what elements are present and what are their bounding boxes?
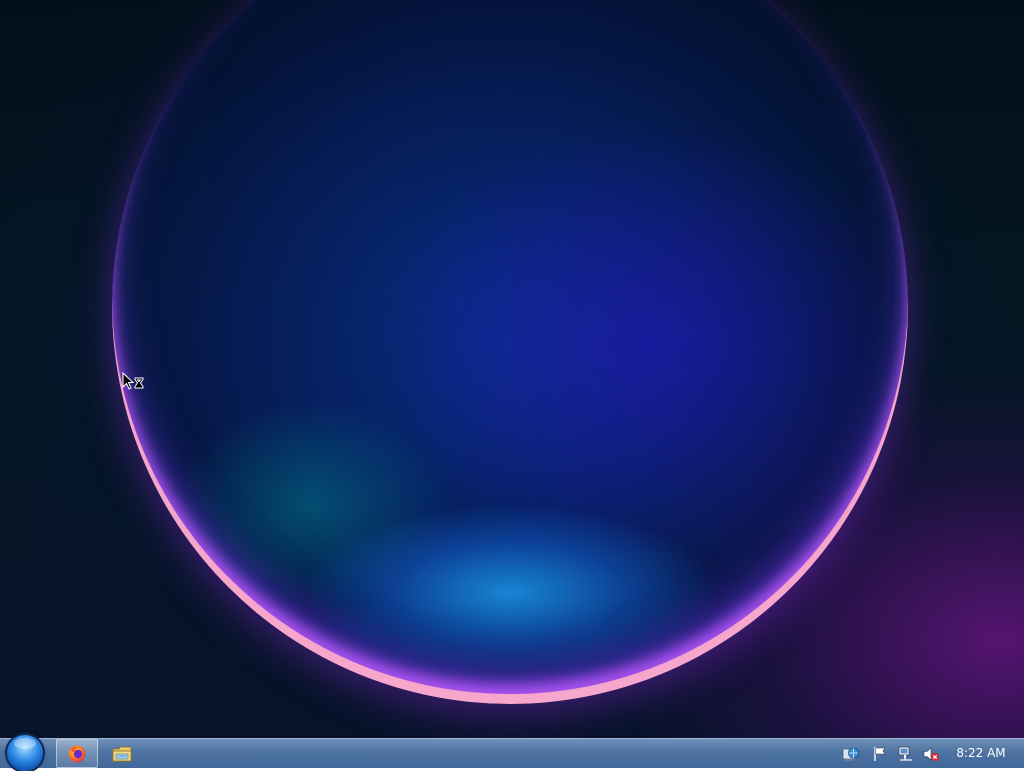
tray-network-globe[interactable] — [841, 739, 861, 768]
taskbar: 8:22 AM — [0, 735, 1024, 771]
file-explorer-icon — [112, 746, 132, 761]
tray-volume[interactable] — [920, 739, 942, 768]
taskbar-firefox-button[interactable] — [56, 739, 98, 768]
network-globe-icon — [842, 747, 859, 761]
start-button[interactable] — [7, 735, 43, 771]
tray-network[interactable] — [896, 739, 916, 768]
taskbar-clock[interactable]: 8:22 AM — [950, 739, 1012, 768]
taskbar-file-explorer-button[interactable] — [101, 739, 143, 768]
volume-muted-icon — [923, 746, 939, 761]
firefox-icon — [68, 745, 86, 762]
network-icon — [898, 746, 912, 761]
busy-cursor-icon — [122, 372, 144, 390]
wallpaper-orb-glow — [112, 0, 908, 704]
desktop[interactable] — [0, 0, 1024, 738]
action-center-flag-icon — [874, 746, 886, 761]
tray-action-center[interactable] — [870, 739, 890, 768]
